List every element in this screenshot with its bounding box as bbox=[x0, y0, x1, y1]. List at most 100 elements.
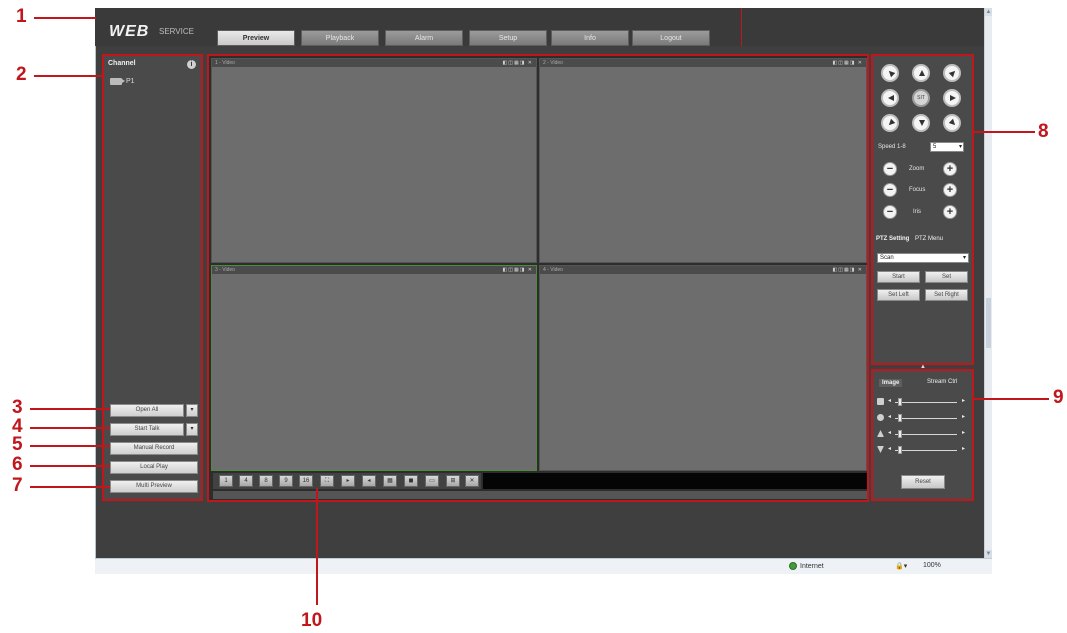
browser-statusbar: Internet 🔒▾ 100% bbox=[95, 558, 992, 574]
iris-plus-button[interactable]: + bbox=[943, 205, 957, 219]
increase-arrow-icon[interactable]: ▸ bbox=[962, 397, 965, 404]
tab-playback[interactable]: Playback bbox=[301, 30, 379, 46]
ptz-mode-select[interactable]: Scan bbox=[877, 253, 969, 263]
ptz-right-button[interactable] bbox=[943, 89, 961, 107]
increase-arrow-icon[interactable]: ▸ bbox=[962, 429, 965, 436]
talk-dropdown[interactable]: ▾ bbox=[186, 423, 198, 436]
window-controls-icon[interactable]: ◧◫▦◨ ✕ bbox=[503, 59, 533, 67]
video-window-1[interactable]: 1 - Video ◧◫▦◨ ✕ bbox=[211, 58, 537, 263]
decrease-arrow-icon[interactable]: ◂ bbox=[888, 397, 891, 404]
tab-preview[interactable]: Preview bbox=[217, 30, 295, 46]
window-controls-icon[interactable]: ◧◫▦◨ ✕ bbox=[833, 266, 863, 274]
arrow-icon bbox=[888, 95, 894, 101]
ptz-set-left-button[interactable]: Set Left bbox=[877, 289, 920, 301]
local-play-button[interactable]: Local Play bbox=[110, 461, 198, 474]
ptz-up-button[interactable] bbox=[912, 64, 930, 82]
manual-record-button[interactable]: Manual Record bbox=[110, 442, 198, 455]
zone-indicator: Internet bbox=[789, 562, 824, 570]
decrease-arrow-icon[interactable]: ◂ bbox=[888, 413, 891, 420]
layout-4-button[interactable]: 4 bbox=[239, 475, 253, 487]
focus-plus-button[interactable]: + bbox=[943, 183, 957, 197]
scroll-down-icon[interactable]: ▼ bbox=[985, 550, 992, 558]
close-all-button[interactable]: ✕ bbox=[465, 475, 479, 487]
window-controls-icon[interactable]: ◧◫▦◨ ✕ bbox=[833, 59, 863, 67]
ptz-left-button[interactable] bbox=[881, 89, 899, 107]
ptz-down-right-button[interactable] bbox=[943, 114, 961, 132]
scroll-up-icon[interactable]: ▲ bbox=[985, 8, 992, 16]
next-button[interactable]: ▸ bbox=[341, 475, 355, 487]
callout-1: 1 bbox=[16, 6, 27, 27]
video-window-4[interactable]: 4 - Video ◧◫▦◨ ✕ bbox=[539, 265, 867, 471]
channel-title: Channel bbox=[108, 60, 136, 67]
decrease-arrow-icon[interactable]: ◂ bbox=[888, 445, 891, 452]
ptz-down-button[interactable] bbox=[912, 114, 930, 132]
prev-button[interactable]: ◂ bbox=[362, 475, 376, 487]
layout-1-button[interactable]: 1 bbox=[219, 475, 233, 487]
vertical-scrollbar[interactable]: ▲ ▼ bbox=[984, 8, 992, 558]
focus-label: Focus bbox=[909, 187, 926, 193]
slider-knob[interactable] bbox=[898, 430, 902, 438]
increase-arrow-icon[interactable]: ▸ bbox=[962, 413, 965, 420]
layout-8-button[interactable]: 8 bbox=[259, 475, 273, 487]
window-controls-icon[interactable]: ◧◫▦◨ ✕ bbox=[503, 266, 533, 274]
zoom-level[interactable]: 100% bbox=[923, 562, 941, 569]
info-icon[interactable]: i bbox=[187, 60, 196, 69]
open-all-dropdown[interactable]: ▾ bbox=[186, 404, 198, 417]
protected-mode-icon[interactable]: 🔒▾ bbox=[895, 562, 907, 570]
slider-track bbox=[895, 434, 957, 435]
slider-knob[interactable] bbox=[898, 446, 902, 454]
speed-select[interactable]: 5 bbox=[930, 142, 964, 152]
fullscreen-button[interactable]: ⛶ bbox=[320, 475, 334, 487]
video-window-2[interactable]: 2 - Video ◧◫▦◨ ✕ bbox=[539, 58, 867, 263]
tab-image[interactable]: Image bbox=[879, 379, 903, 387]
saturation-slider[interactable]: ◂ ▸ bbox=[877, 429, 969, 439]
increase-arrow-icon[interactable]: ▸ bbox=[962, 445, 965, 452]
multi-preview-button[interactable]: Multi Preview bbox=[110, 480, 198, 493]
tab-info[interactable]: Info bbox=[551, 30, 629, 46]
contrast-icon bbox=[877, 414, 884, 421]
ptz-set-right-button[interactable]: Set Right bbox=[925, 289, 968, 301]
callout-line-6 bbox=[30, 465, 110, 467]
tab-stream-ctrl[interactable]: Stream Ctrl bbox=[927, 379, 957, 385]
talk-button[interactable]: Start Talk bbox=[110, 423, 184, 436]
ptz-down-left-button[interactable] bbox=[881, 114, 899, 132]
multi-screen-button[interactable]: ⊞ bbox=[446, 475, 460, 487]
stop-button[interactable]: ◼ bbox=[404, 475, 418, 487]
slider-knob[interactable] bbox=[898, 398, 902, 406]
tab-ptz-setting[interactable]: PTZ Setting bbox=[876, 236, 909, 242]
hue-slider[interactable]: ◂ ▸ bbox=[877, 445, 969, 455]
contrast-slider[interactable]: ◂ ▸ bbox=[877, 413, 969, 423]
decrease-arrow-icon[interactable]: ◂ bbox=[888, 429, 891, 436]
slider-knob[interactable] bbox=[898, 414, 902, 422]
tab-alarm[interactable]: Alarm bbox=[385, 30, 463, 46]
tab-setup[interactable]: Setup bbox=[469, 30, 547, 46]
video-area: 1 - Video ◧◫▦◨ ✕ 2 - Video ◧◫▦◨ ✕ 3 - Vi… bbox=[207, 54, 869, 502]
arrow-icon bbox=[886, 118, 896, 128]
layout-16-button[interactable]: 16 bbox=[299, 475, 313, 487]
open-all-button[interactable]: Open All bbox=[110, 404, 184, 417]
ptz-start-button[interactable]: Start bbox=[877, 271, 920, 283]
collapse-toggle-icon[interactable]: ▲ bbox=[917, 364, 929, 370]
layout-9-button[interactable]: 9 bbox=[279, 475, 293, 487]
tab-ptz-menu[interactable]: PTZ Menu bbox=[915, 236, 943, 242]
zoom-plus-button[interactable]: + bbox=[943, 162, 957, 176]
callout-3: 3 bbox=[12, 397, 23, 418]
ptz-up-left-button[interactable] bbox=[881, 64, 899, 82]
screen-button[interactable]: ▭ bbox=[425, 475, 439, 487]
channel-label: P1 bbox=[126, 78, 135, 85]
iris-label: Iris bbox=[913, 209, 921, 215]
zoom-minus-button[interactable]: − bbox=[883, 162, 897, 176]
video-window-3[interactable]: 3 - Video ◧◫▦◨ ✕ bbox=[211, 265, 537, 471]
focus-minus-button[interactable]: − bbox=[883, 183, 897, 197]
tab-logout[interactable]: Logout bbox=[632, 30, 710, 46]
iris-minus-button[interactable]: − bbox=[883, 205, 897, 219]
brightness-slider[interactable]: ◂ ▸ bbox=[877, 397, 969, 407]
reset-button[interactable]: Reset bbox=[901, 475, 945, 489]
grid-button[interactable]: ▦ bbox=[383, 475, 397, 487]
arrow-icon bbox=[919, 70, 925, 76]
channel-item[interactable]: P1 bbox=[110, 78, 135, 85]
ptz-set-button[interactable]: Set bbox=[925, 271, 968, 283]
ptz-up-right-button[interactable] bbox=[943, 64, 961, 82]
scroll-thumb[interactable] bbox=[986, 298, 991, 348]
ptz-center-button[interactable]: SIT bbox=[912, 89, 930, 107]
